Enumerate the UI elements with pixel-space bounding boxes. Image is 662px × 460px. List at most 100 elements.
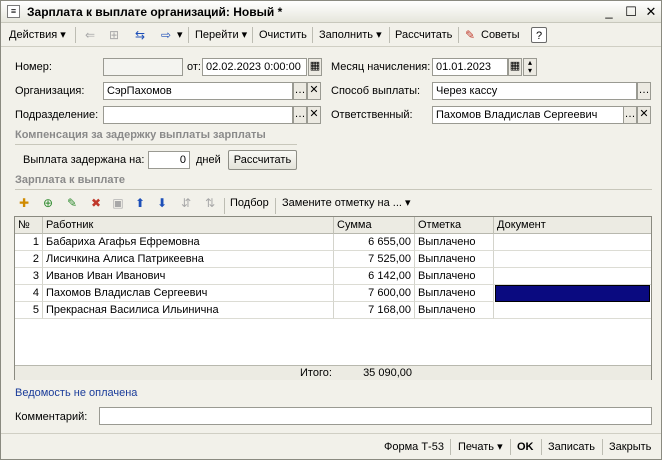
- sum-cell[interactable]: 6 142,00: [334, 268, 415, 285]
- sort-asc-icon[interactable]: ⇵: [177, 194, 195, 212]
- minimize-icon[interactable]: _: [601, 4, 617, 20]
- post-dropdown-icon[interactable]: ▾: [177, 27, 183, 43]
- selection-button[interactable]: Подбор: [230, 195, 269, 211]
- sum-cell[interactable]: 7 525,00: [334, 251, 415, 268]
- document-cell[interactable]: [494, 268, 651, 285]
- calendar-icon[interactable]: ▦: [308, 58, 322, 76]
- mark-cell[interactable]: Выплачено: [415, 285, 494, 302]
- number-label: Номер:: [15, 61, 52, 73]
- post-icon[interactable]: ⇨: [157, 26, 175, 44]
- tips-button[interactable]: Советы: [481, 27, 519, 43]
- delay-input[interactable]: 0: [148, 151, 190, 169]
- clear-icon[interactable]: ✕: [307, 82, 321, 100]
- calculate-button[interactable]: Рассчитать: [395, 27, 452, 43]
- window-title: Зарплата к выплате организаций: Новый *: [27, 5, 283, 19]
- number-input[interactable]: [103, 58, 183, 76]
- actions-label: Действия: [9, 29, 58, 41]
- table-row[interactable]: 4 Пахомов Владислав Сергеевич 7 600,00 В…: [15, 285, 651, 302]
- select-icon[interactable]: …: [293, 82, 307, 100]
- row-number: 3: [15, 268, 43, 285]
- form-t53-button[interactable]: Форма Т-53: [384, 439, 444, 455]
- sum-cell[interactable]: 7 168,00: [334, 302, 415, 319]
- document-cell[interactable]: [494, 234, 651, 251]
- document-cell[interactable]: [494, 251, 651, 268]
- delete-row-icon[interactable]: ✖: [87, 194, 105, 212]
- column-header-mark[interactable]: Отметка: [415, 217, 494, 234]
- column-header-document[interactable]: Документ: [494, 217, 651, 234]
- comment-input[interactable]: [99, 407, 652, 425]
- print-label: Печать: [458, 441, 495, 453]
- column-header-sum[interactable]: Сумма: [334, 217, 415, 234]
- add-row-icon[interactable]: ✚: [15, 194, 33, 212]
- separator: [224, 198, 225, 214]
- month-input[interactable]: 01.01.2023: [432, 58, 508, 76]
- table-row[interactable]: 2 Лисичкина Алиса Патрикеевна 7 525,00 В…: [15, 251, 651, 268]
- table-row[interactable]: 1 Бабариха Агафья Ефремовна 6 655,00 Вып…: [15, 234, 651, 251]
- document-cell-selected[interactable]: [495, 285, 650, 302]
- mark-cell[interactable]: Выплачено: [415, 302, 494, 319]
- document-cell[interactable]: [494, 302, 651, 319]
- refresh-icon[interactable]: ⊞: [105, 26, 123, 44]
- copy-row-icon[interactable]: ⊕: [39, 194, 57, 212]
- worker-cell[interactable]: Лисичкина Алиса Патрикеевна: [43, 251, 334, 268]
- payment-input[interactable]: Через кассу: [432, 82, 637, 100]
- help-button[interactable]: ?: [531, 27, 547, 43]
- compensation-calc-button[interactable]: Рассчитать: [228, 150, 297, 170]
- org-input[interactable]: СэрПахомов: [103, 82, 293, 100]
- clear-button[interactable]: Очистить: [259, 27, 307, 43]
- sort-desc-icon[interactable]: ⇅: [201, 194, 219, 212]
- clear-icon[interactable]: ✕: [637, 106, 651, 124]
- dept-input[interactable]: [103, 106, 293, 124]
- select-icon[interactable]: …: [637, 82, 651, 100]
- days-label: дней: [196, 154, 221, 166]
- payout-title: Зарплата к выплате: [15, 174, 126, 186]
- close-button[interactable]: Закрыть: [609, 439, 651, 455]
- responsible-input[interactable]: Пахомов Владислав Сергеевич: [432, 106, 624, 124]
- compensation-title: Компенсация за задержку выплаты зарплаты: [15, 129, 266, 141]
- replace-mark-menu[interactable]: Замените отметку на ... ▾: [282, 195, 411, 211]
- document-icon: ≡: [7, 5, 20, 18]
- worker-cell[interactable]: Прекрасная Василиса Ильинична: [43, 302, 334, 319]
- date-input[interactable]: 02.02.2023 0:00:00: [202, 58, 307, 76]
- row-number: 1: [15, 234, 43, 251]
- select-icon[interactable]: …: [293, 106, 307, 124]
- move-down-icon[interactable]: ⬇: [153, 194, 171, 212]
- spin-icon[interactable]: ▴ ▾: [523, 58, 537, 76]
- column-header-worker[interactable]: Работник: [43, 217, 334, 234]
- table-row[interactable]: 5 Прекрасная Василиса Ильинична 7 168,00…: [15, 302, 651, 319]
- maximize-icon[interactable]: ☐: [623, 4, 639, 20]
- save-button[interactable]: Записать: [548, 439, 595, 455]
- unpaid-statement-link[interactable]: Ведомость не оплачена: [15, 387, 137, 399]
- structure-icon[interactable]: ⇆: [131, 26, 149, 44]
- edit-row-icon[interactable]: ✎: [63, 194, 81, 212]
- move-up-icon[interactable]: ⬆: [131, 194, 149, 212]
- ok-button[interactable]: OK: [517, 439, 534, 455]
- worker-cell[interactable]: Пахомов Владислав Сергеевич: [43, 285, 334, 302]
- select-icon[interactable]: …: [623, 106, 637, 124]
- sum-cell[interactable]: 6 655,00: [334, 234, 415, 251]
- mark-cell[interactable]: Выплачено: [415, 251, 494, 268]
- end-edit-icon[interactable]: ▣: [109, 194, 127, 212]
- table-header: № Работник Сумма Отметка Документ: [15, 217, 651, 234]
- month-label: Месяц начисления:: [331, 61, 431, 73]
- clear-icon[interactable]: ✕: [307, 106, 321, 124]
- worker-cell[interactable]: Иванов Иван Иванович: [43, 268, 334, 285]
- payout-table: № Работник Сумма Отметка Документ 1 Баба…: [14, 216, 652, 380]
- worker-cell[interactable]: Бабариха Агафья Ефремовна: [43, 234, 334, 251]
- print-menu[interactable]: Печать ▾: [458, 439, 503, 455]
- mark-cell[interactable]: Выплачено: [415, 234, 494, 251]
- sum-cell[interactable]: 7 600,00: [334, 285, 415, 302]
- replace-mark-label: Замените отметку на ...: [282, 197, 402, 209]
- back-icon[interactable]: ⇐: [81, 26, 99, 44]
- fill-menu[interactable]: Заполнить ▾: [319, 27, 382, 43]
- responsible-label: Ответственный:: [331, 109, 413, 121]
- actions-menu[interactable]: Действия ▾: [9, 27, 66, 43]
- bottom-bar: Форма Т-53 Печать ▾ OK Записать Закрыть: [1, 433, 661, 460]
- close-icon[interactable]: ✕: [643, 4, 659, 20]
- goto-menu[interactable]: Перейти ▾: [195, 27, 247, 43]
- separator: [312, 27, 313, 43]
- mark-cell[interactable]: Выплачено: [415, 268, 494, 285]
- table-row[interactable]: 3 Иванов Иван Иванович 6 142,00 Выплачен…: [15, 268, 651, 285]
- column-header-number[interactable]: №: [15, 217, 43, 234]
- calendar-icon[interactable]: ▦: [508, 58, 522, 76]
